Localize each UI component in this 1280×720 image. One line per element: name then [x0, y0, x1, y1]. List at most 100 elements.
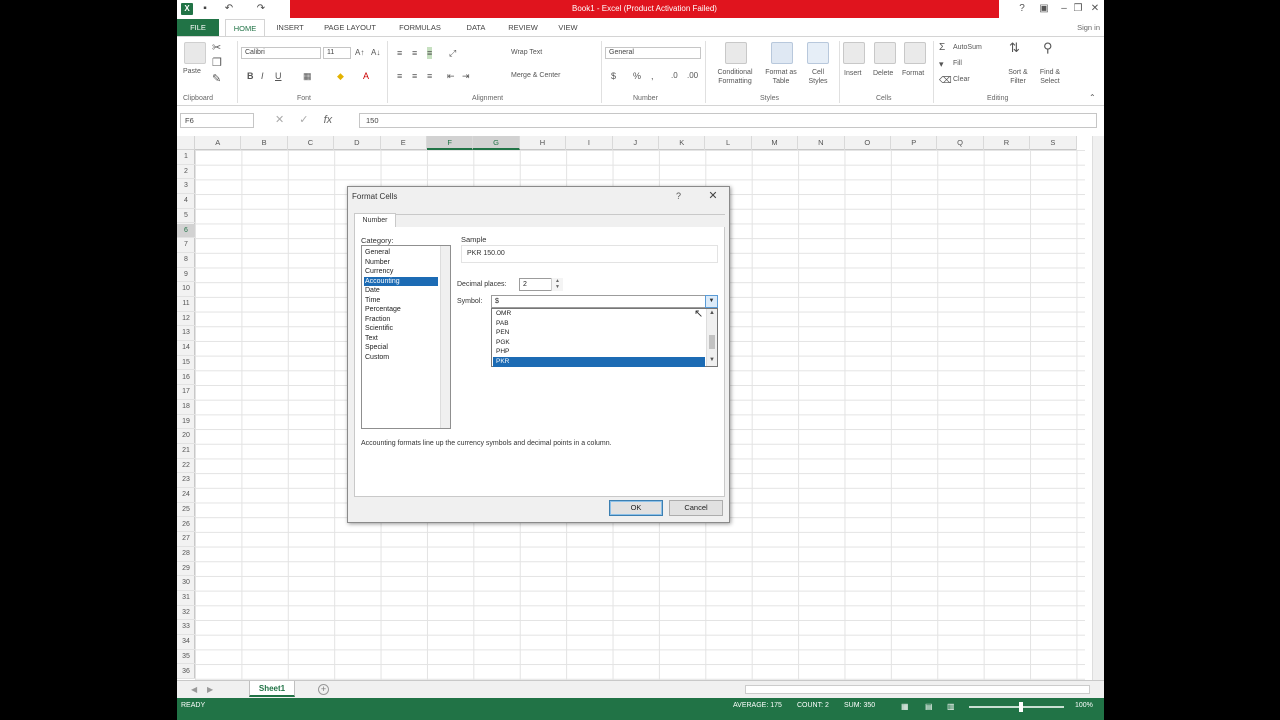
clear-icon[interactable]: ⌫	[939, 74, 952, 86]
tab-home[interactable]: HOME	[225, 19, 265, 36]
bold-icon[interactable]: B	[247, 70, 254, 82]
row-header[interactable]: 29	[177, 562, 195, 577]
align-center-icon[interactable]: ≡	[412, 70, 417, 82]
category-list[interactable]: General Number Currency Accounting Date Time P…	[361, 245, 451, 429]
grow-font-icon[interactable]: A↑	[355, 47, 364, 59]
tab-number[interactable]: Number	[354, 213, 396, 228]
underline-icon[interactable]: U	[275, 70, 282, 82]
font-color-icon[interactable]: A	[363, 70, 369, 82]
row-header[interactable]: 35	[177, 650, 195, 665]
cancel-entry-icon[interactable]: ✕	[275, 114, 284, 126]
category-item[interactable]: Percentage	[364, 305, 438, 315]
redo-icon[interactable]: ↷	[255, 3, 267, 15]
column-header[interactable]: D	[334, 136, 381, 150]
row-header[interactable]: 34	[177, 635, 195, 650]
category-scrollbar[interactable]	[440, 246, 450, 428]
clear-button[interactable]: Clear	[953, 76, 970, 83]
category-item[interactable]: Special	[364, 343, 438, 353]
row-header[interactable]: 23	[177, 473, 195, 489]
category-item[interactable]: Custom	[364, 353, 438, 363]
column-header[interactable]: E	[381, 136, 427, 150]
cancel-button[interactable]: Cancel	[669, 500, 723, 516]
column-header[interactable]: S	[1030, 136, 1077, 150]
align-top-icon[interactable]: ≡	[397, 47, 402, 59]
increase-indent-icon[interactable]: ⇥	[462, 70, 470, 82]
column-header[interactable]: A	[195, 136, 242, 150]
collapse-ribbon-icon[interactable]: ⌃	[1089, 92, 1096, 104]
cut-icon[interactable]: ✂	[212, 42, 221, 54]
align-right-icon[interactable]: ≡	[427, 70, 432, 82]
row-header[interactable]: 16	[177, 371, 195, 386]
symbol-option[interactable]: PGK	[493, 338, 705, 348]
borders-icon[interactable]: ▦	[303, 70, 312, 82]
column-header[interactable]: H	[520, 136, 567, 150]
row-header[interactable]: 36	[177, 665, 195, 680]
fill-icon[interactable]: ▾	[939, 58, 944, 70]
row-header[interactable]: 30	[177, 576, 195, 591]
font-size-select[interactable]: 11	[323, 47, 351, 59]
insert-function-icon[interactable]: fx	[324, 114, 333, 126]
category-item[interactable]: Text	[364, 334, 438, 344]
orientation-icon[interactable]: ⤢	[449, 47, 456, 59]
column-header[interactable]: K	[659, 136, 706, 150]
comma-style-icon[interactable]: ,	[651, 70, 654, 82]
tab-data[interactable]: DATA	[461, 19, 491, 36]
column-header[interactable]: N	[798, 136, 845, 150]
percent-style-icon[interactable]: %	[633, 70, 641, 82]
row-header[interactable]: 24	[177, 488, 195, 503]
merge-center-button[interactable]: Merge & Center	[511, 72, 560, 79]
column-header[interactable]: Q	[937, 136, 984, 150]
row-header[interactable]: 25	[177, 503, 195, 518]
row-header[interactable]: 26	[177, 518, 195, 533]
row-header[interactable]: 18	[177, 400, 195, 415]
scroll-down-icon[interactable]: ▼	[709, 357, 715, 363]
prev-sheet-icon[interactable]: ◀	[191, 684, 197, 696]
symbol-option[interactable]: PEN	[493, 328, 705, 338]
horizontal-scrollbar[interactable]	[745, 685, 1090, 694]
tab-file[interactable]: FILE	[177, 19, 219, 36]
row-header[interactable]: 12	[177, 312, 195, 327]
align-bottom-icon[interactable]: ≡	[427, 47, 433, 59]
symbol-option[interactable]: PAB	[493, 319, 705, 329]
zoom-level[interactable]: 100%	[1075, 702, 1093, 709]
format-as-table-icon[interactable]	[771, 42, 793, 64]
column-header[interactable]: F	[427, 136, 474, 150]
scroll-up-icon[interactable]: ▲	[709, 310, 715, 316]
row-header[interactable]: 10	[177, 282, 195, 297]
format-painter-icon[interactable]: ✎	[212, 73, 221, 85]
autosum-button[interactable]: AutoSum	[953, 44, 982, 51]
symbol-option[interactable]: PHP	[493, 347, 705, 357]
tab-review[interactable]: REVIEW	[504, 19, 542, 36]
category-item[interactable]: Fraction	[364, 315, 438, 325]
tab-formulas[interactable]: FORMULAS	[395, 19, 445, 36]
row-header[interactable]: 11	[177, 297, 195, 312]
currency-format-icon[interactable]: $	[611, 70, 616, 82]
zoom-slider-thumb[interactable]	[1019, 702, 1023, 712]
row-header[interactable]: 15	[177, 356, 195, 371]
fill-button[interactable]: Fill	[953, 60, 962, 67]
column-header[interactable]: I	[566, 136, 613, 150]
row-header[interactable]: 14	[177, 341, 195, 356]
row-header[interactable]: 2	[177, 165, 195, 180]
row-header[interactable]: 17	[177, 385, 195, 400]
column-header[interactable]: J	[613, 136, 659, 150]
wrap-text-button[interactable]: Wrap Text	[511, 49, 542, 56]
column-header[interactable]: G	[473, 136, 520, 150]
sign-in-link[interactable]: Sign in	[1077, 19, 1100, 36]
insert-button[interactable]: Insert	[844, 70, 862, 77]
decimal-places-spinner[interactable]: ▲ ▼	[551, 278, 563, 291]
next-sheet-icon[interactable]: ▶	[207, 684, 213, 696]
autosum-icon[interactable]: Σ	[939, 42, 945, 54]
row-header[interactable]: 13	[177, 326, 195, 342]
undo-icon[interactable]: ↶	[223, 3, 235, 15]
category-item[interactable]: General	[364, 248, 438, 258]
row-header[interactable]: 21	[177, 444, 195, 459]
row-header[interactable]: 8	[177, 253, 195, 268]
sort-filter-icon[interactable]: ⇅	[1009, 41, 1020, 54]
delete-cells-icon[interactable]	[874, 42, 896, 64]
symbol-dropdown-arrow-icon[interactable]: ▼	[705, 295, 718, 308]
category-item[interactable]: Currency	[364, 267, 438, 277]
insert-cells-icon[interactable]	[843, 42, 865, 64]
row-header[interactable]: 32	[177, 606, 195, 621]
ok-button[interactable]: OK	[609, 500, 663, 516]
